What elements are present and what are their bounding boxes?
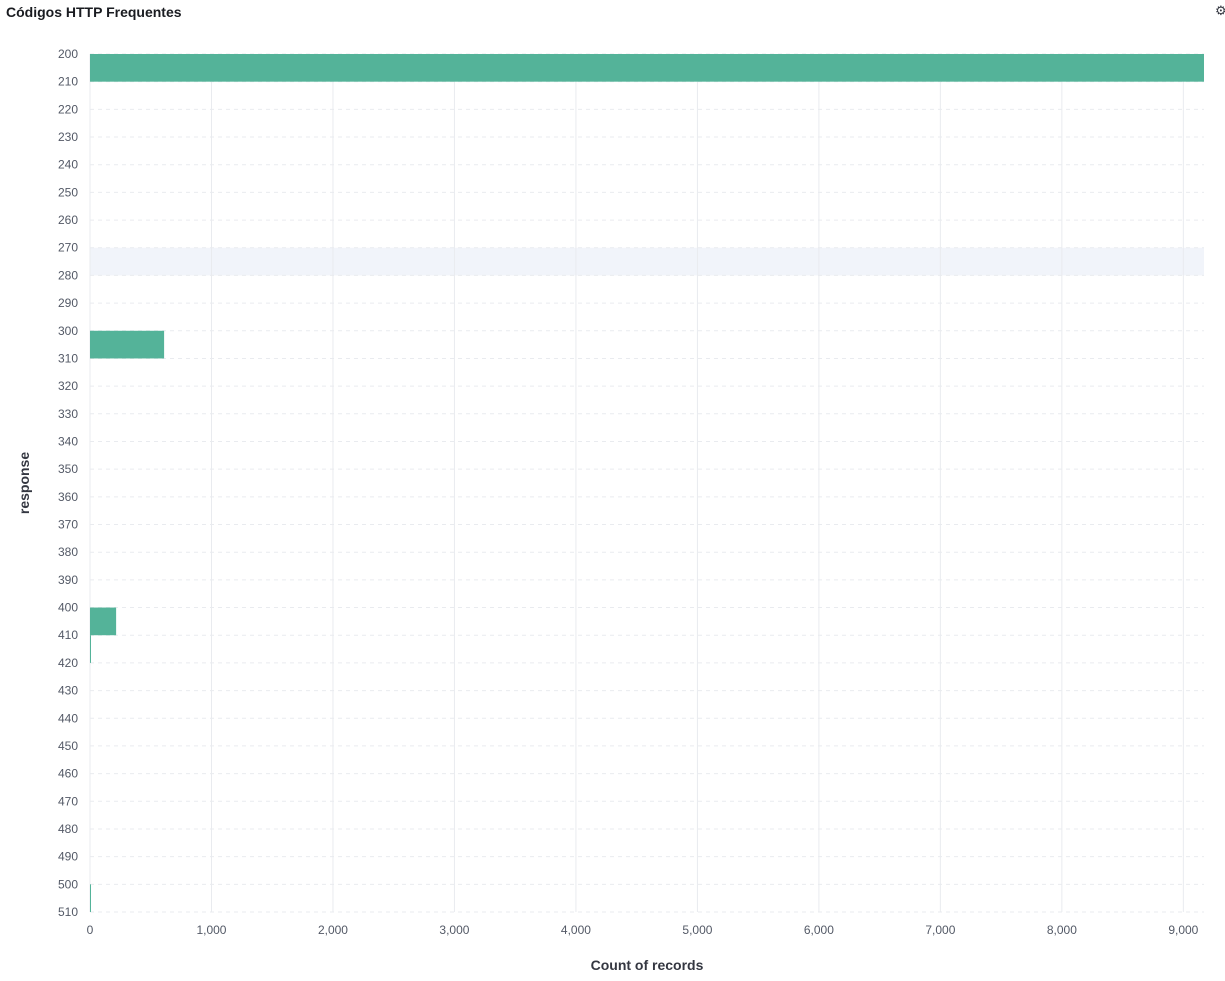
y-tick-label: 320 (58, 379, 78, 393)
y-tick-label: 290 (58, 296, 78, 310)
y-tick-label: 200 (58, 47, 78, 61)
y-tick-label: 260 (58, 213, 78, 227)
x-axis-title: Count of records (591, 957, 704, 973)
y-tick-label: 230 (58, 130, 78, 144)
x-tick-label: 0 (87, 923, 94, 937)
y-tick-label: 490 (58, 850, 78, 864)
y-axis-ticks: 200 210 220 230 240 250 260 270 280 290 300 310 320 3… (58, 47, 78, 919)
y-tick-label: 430 (58, 684, 78, 698)
y-tick-label: 440 (58, 711, 78, 725)
y-tick-label: 410 (58, 628, 78, 642)
y-tick-label: 500 (58, 877, 78, 891)
y-tick-label: 380 (58, 545, 78, 559)
highlight-bands (90, 247, 1204, 276)
y-tick-label: 220 (58, 102, 78, 116)
y-tick-label: 390 (58, 573, 78, 587)
y-tick-label: 370 (58, 518, 78, 532)
x-tick-label: 3,000 (439, 923, 469, 937)
y-tick-label: 470 (58, 794, 78, 808)
y-tick-label: 250 (58, 185, 78, 199)
y-tick-label: 420 (58, 656, 78, 670)
y-tick-label: 240 (58, 158, 78, 172)
bar-500[interactable] (90, 884, 91, 912)
bar-410[interactable] (90, 635, 91, 663)
x-tick-label: 5,000 (682, 923, 712, 937)
y-tick-label: 460 (58, 767, 78, 781)
x-tick-label: 2,000 (318, 923, 348, 937)
y-tick-label: 450 (58, 739, 78, 753)
y-tick-label: 350 (58, 462, 78, 476)
x-tick-label: 7,000 (925, 923, 955, 937)
x-tick-label: 4,000 (561, 923, 591, 937)
grid-lines (89, 53, 1204, 913)
y-tick-label: 280 (58, 268, 78, 282)
x-tick-label: 1,000 (196, 923, 226, 937)
bar-300[interactable] (90, 330, 165, 359)
y-tick-label: 400 (58, 601, 78, 615)
y-tick-label: 340 (58, 434, 78, 448)
y-tick-label: 360 (58, 490, 78, 504)
y-tick-label: 210 (58, 75, 78, 89)
bar-400[interactable] (90, 607, 117, 636)
y-tick-label: 480 (58, 822, 78, 836)
x-axis-ticks: 0 1,000 2,000 3,000 4,000 5,000 6,000 7,000 8,00… (87, 923, 1199, 937)
x-tick-label: 8,000 (1047, 923, 1077, 937)
x-tick-label: 6,000 (804, 923, 834, 937)
x-tick-label: 9,000 (1168, 923, 1198, 937)
y-tick-label: 330 (58, 407, 78, 421)
bar-200[interactable] (90, 54, 1204, 82)
highlight-band (90, 247, 1204, 276)
y-tick-label: 310 (58, 351, 78, 365)
y-tick-label: 510 (58, 905, 78, 919)
y-tick-label: 270 (58, 241, 78, 255)
y-tick-label: 300 (58, 324, 78, 338)
bar-chart: 200 210 220 230 240 250 260 270 280 290 300 310 320 3… (16, 47, 1204, 973)
y-axis-title: response (16, 452, 32, 514)
bars (90, 54, 1204, 912)
